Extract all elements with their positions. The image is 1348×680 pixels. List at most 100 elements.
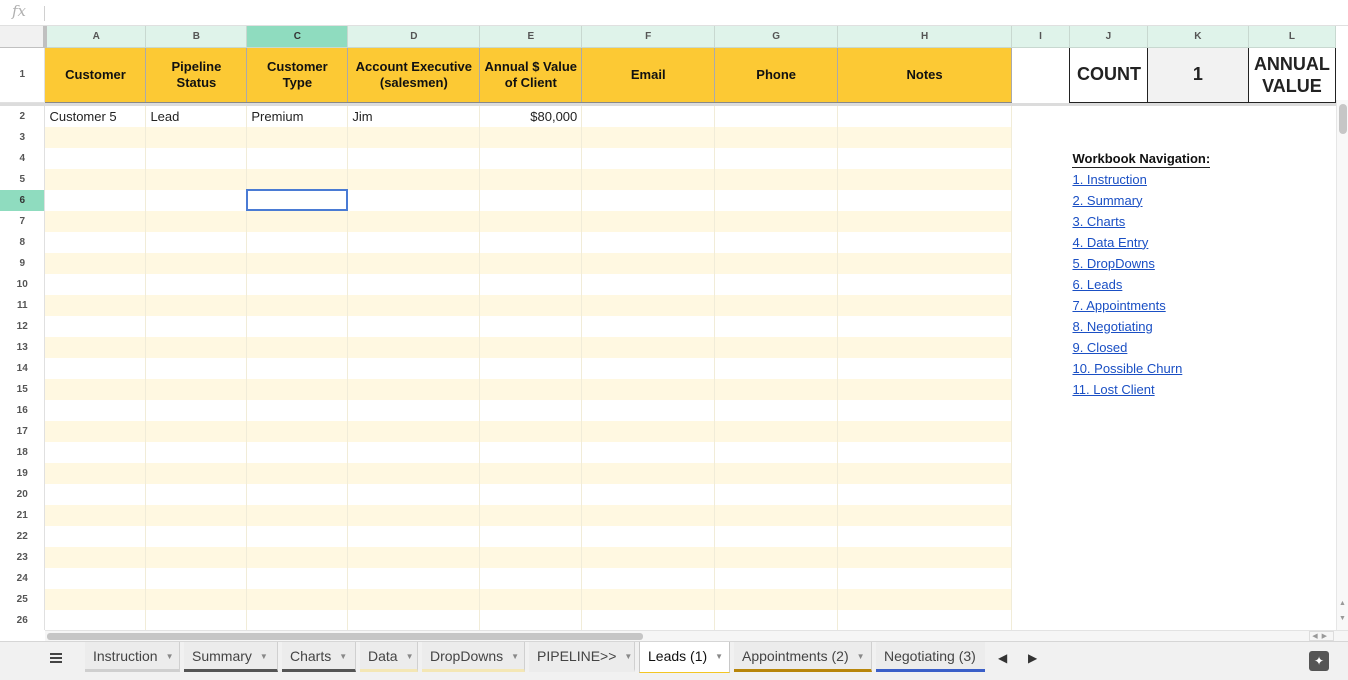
cell-notes[interactable] [837, 148, 1013, 169]
cell-phone[interactable] [714, 358, 839, 379]
nav-link[interactable]: 4. Data Entry [1072, 235, 1148, 250]
cell-email[interactable] [581, 400, 716, 421]
cell[interactable] [1011, 148, 1070, 169]
cell[interactable] [1011, 610, 1070, 630]
header-cell[interactable]: Phone [714, 47, 839, 103]
cell-customer[interactable] [44, 295, 147, 316]
cell-email[interactable] [581, 295, 716, 316]
cell-status[interactable] [145, 127, 248, 148]
cell-notes[interactable] [837, 610, 1013, 630]
cell-customer[interactable] [44, 526, 147, 547]
cell[interactable] [1011, 274, 1070, 295]
select-all-corner[interactable] [0, 26, 47, 48]
cell-type[interactable] [246, 379, 349, 400]
cell-customer[interactable] [44, 127, 147, 148]
cell[interactable] [1069, 505, 1336, 526]
cell-notes[interactable] [837, 358, 1013, 379]
row-number[interactable]: 23 [0, 547, 46, 568]
row-number[interactable]: 18 [0, 442, 46, 463]
cell-customer[interactable] [44, 610, 147, 630]
column-header-e[interactable]: E [479, 26, 583, 48]
cell-notes[interactable] [837, 232, 1013, 253]
cell[interactable] [1011, 568, 1070, 589]
cell-type[interactable] [246, 526, 349, 547]
sheet-table[interactable]: A B C D E F G H I J K L 1 Customer Pipeline Status Cust… [0, 26, 1336, 630]
cell-phone[interactable] [714, 505, 839, 526]
cell-notes[interactable] [837, 463, 1013, 484]
cell-email[interactable] [581, 463, 716, 484]
tab-dropdown-icon[interactable]: ▼ [511, 643, 519, 671]
cell[interactable] [1011, 127, 1070, 148]
cell[interactable] [1011, 442, 1070, 463]
row-number[interactable]: 12 [0, 316, 46, 337]
cell-status[interactable] [145, 274, 248, 295]
cell-status[interactable] [145, 421, 248, 442]
cell-ae[interactable] [347, 148, 481, 169]
previous-sheet-arrow-icon[interactable]: ◀ [998, 651, 1007, 665]
cell-type[interactable] [246, 253, 349, 274]
cell[interactable] [1011, 232, 1070, 253]
cell[interactable] [1011, 316, 1070, 337]
header-cell[interactable]: Annual $ Value of Client [479, 47, 583, 103]
cell[interactable] [1069, 463, 1336, 484]
column-header-c[interactable]: C [246, 26, 349, 48]
cell-status[interactable] [145, 358, 248, 379]
tab-leads-1[interactable]: Leads (1) ▼ [639, 642, 730, 673]
cell-value[interactable] [479, 484, 583, 505]
row-number[interactable]: 4 [0, 148, 46, 169]
header-cell[interactable]: Pipeline Status [145, 47, 248, 103]
row-number[interactable]: 26 [0, 610, 46, 630]
tab-dropdown-icon[interactable]: ▼ [624, 643, 632, 671]
cell-ae[interactable] [347, 295, 481, 316]
cell-notes[interactable] [837, 568, 1013, 589]
cell-notes[interactable] [837, 442, 1013, 463]
cell-phone[interactable] [714, 211, 839, 232]
cell-notes[interactable] [837, 106, 1013, 127]
cell-status[interactable] [145, 589, 248, 610]
tab-dropdown-icon[interactable]: ▼ [857, 643, 865, 671]
cell[interactable] [1069, 610, 1336, 630]
tab-dropdowns[interactable]: DropDowns ▼ [422, 642, 525, 672]
cell-type[interactable] [246, 400, 349, 421]
cell-customer[interactable] [44, 169, 147, 190]
cell-status[interactable] [145, 169, 248, 190]
cell-type[interactable] [246, 589, 349, 610]
cell-email[interactable] [581, 568, 716, 589]
cell-notes[interactable] [837, 400, 1013, 421]
cell[interactable] [1069, 568, 1336, 589]
cell-value[interactable] [479, 463, 583, 484]
cell-value[interactable] [479, 442, 583, 463]
cell-email[interactable] [581, 106, 716, 127]
cell-customer[interactable] [44, 568, 147, 589]
cell[interactable] [1011, 505, 1070, 526]
cell-ae[interactable]: Jim [347, 106, 481, 127]
cell-ae[interactable] [347, 253, 481, 274]
cell-ae[interactable] [347, 400, 481, 421]
cell-customer[interactable] [44, 589, 147, 610]
cell-value[interactable] [479, 190, 583, 211]
cell-email[interactable] [581, 169, 716, 190]
cell-notes[interactable] [837, 274, 1013, 295]
cell-customer[interactable] [44, 358, 147, 379]
cell-status[interactable] [145, 463, 248, 484]
cell[interactable] [1069, 547, 1336, 568]
cell-ae[interactable] [347, 232, 481, 253]
cell-ae[interactable] [347, 211, 481, 232]
cell-email[interactable] [581, 484, 716, 505]
cell-customer[interactable] [44, 190, 147, 211]
formula-bar[interactable]: fx [0, 0, 1348, 26]
tab-pipeline[interactable]: PIPELINE>> ▼ [529, 642, 635, 672]
cell-ae[interactable] [347, 316, 481, 337]
row-number[interactable]: 5 [0, 169, 46, 190]
nav-link[interactable]: 3. Charts [1072, 214, 1125, 229]
nav-link[interactable]: 10. Possible Churn [1072, 361, 1182, 376]
cell-email[interactable] [581, 127, 716, 148]
row-number[interactable]: 8 [0, 232, 46, 253]
cell-notes[interactable] [837, 190, 1013, 211]
cell-phone[interactable] [714, 442, 839, 463]
cell-phone[interactable] [714, 295, 839, 316]
tab-dropdown-icon[interactable]: ▼ [715, 643, 723, 671]
cell-phone[interactable] [714, 463, 839, 484]
cell-status[interactable] [145, 547, 248, 568]
cell-ae[interactable] [347, 379, 481, 400]
